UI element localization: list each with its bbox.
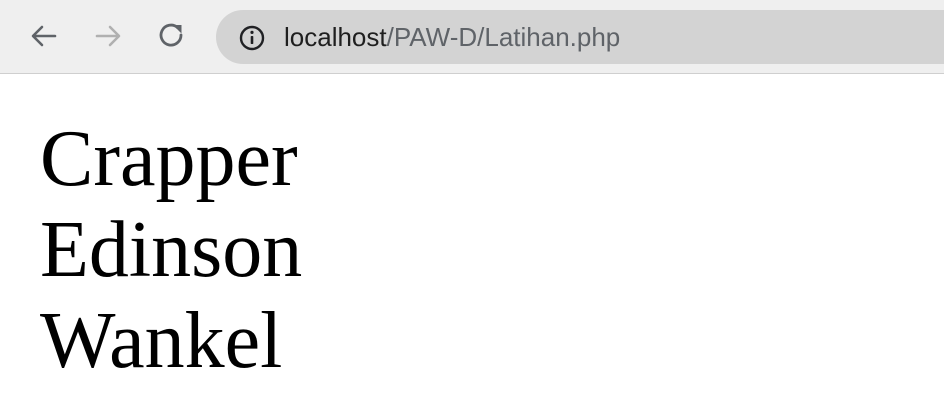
url-text[interactable]: localhost/PAW-D/Latihan.php xyxy=(284,10,620,64)
arrow-right-icon xyxy=(95,25,121,47)
text-line-edinson: Edinson xyxy=(40,206,303,294)
address-bar[interactable]: localhost/PAW-D/Latihan.php xyxy=(216,10,944,64)
reload-button[interactable] xyxy=(152,16,192,56)
forward-button[interactable] xyxy=(88,16,128,56)
url-host: localhost xyxy=(284,22,387,52)
text-line-crapper: Crapper xyxy=(40,115,298,203)
url-path: /PAW-D/Latihan.php xyxy=(386,22,621,52)
info-icon[interactable] xyxy=(238,24,266,52)
browser-toolbar: localhost/PAW-D/Latihan.php xyxy=(0,0,944,74)
reload-icon xyxy=(159,23,183,47)
back-button[interactable] xyxy=(24,16,64,56)
arrow-left-icon xyxy=(31,25,57,47)
text-line-wankel: Wankel xyxy=(40,297,283,385)
page-content: Crapper Edinson Wankel xyxy=(40,114,302,387)
